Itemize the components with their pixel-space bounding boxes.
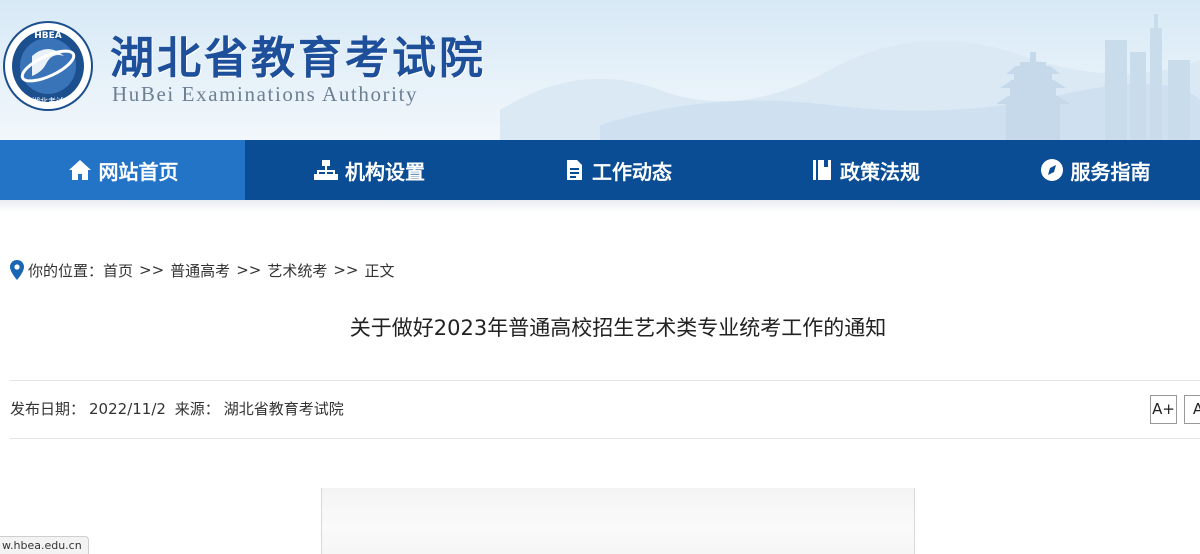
site-title: 湖北省教育考试院	[110, 33, 486, 84]
breadcrumb-separator: >>	[139, 261, 165, 279]
document-icon	[567, 160, 582, 180]
breadcrumb: 你的位置： 首页 >> 普通高考 >> 艺术统考 >> 正文	[10, 258, 395, 282]
nav-item-organization[interactable]: 机构设置	[245, 140, 493, 200]
nav-shadow	[0, 200, 1200, 212]
breadcrumb-prefix: 你的位置：	[28, 261, 104, 280]
hbea-logo: HBEA 湖北考试	[3, 21, 93, 111]
location-pin-icon	[10, 260, 24, 280]
sitemap-icon	[314, 160, 338, 180]
date-label: 发布日期：	[10, 400, 86, 418]
font-increase-button[interactable]: A+	[1150, 395, 1177, 424]
nav-label: 网站首页	[98, 159, 179, 184]
site-banner: HBEA 湖北考试 湖北省教育考试院 HuBei Examinations Au…	[0, 0, 1200, 140]
site-subtitle: HuBei Examinations Authority	[112, 82, 419, 106]
main-nav: 网站首页 机构设置 工作动态 政策法规 服务指南	[0, 140, 1200, 200]
book-icon	[813, 160, 831, 180]
font-decrease-button[interactable]: A	[1184, 395, 1200, 424]
nav-label: 工作动态	[592, 159, 672, 184]
nav-label: 机构设置	[345, 159, 425, 184]
document-scan-image	[321, 488, 915, 554]
breadcrumb-home[interactable]: 首页	[103, 260, 133, 281]
breadcrumb-separator: >>	[236, 261, 262, 279]
breadcrumb-separator: >>	[333, 261, 359, 279]
breadcrumb-art-exam[interactable]: 艺术统考	[267, 260, 327, 281]
breadcrumb-current: 正文	[364, 261, 395, 280]
article-source: 湖北省教育考试院	[223, 400, 344, 418]
article-title: 关于做好2023年普通高校招生艺术类专业统考工作的通知	[349, 316, 887, 340]
logo-ring-text: 湖北考试	[32, 96, 64, 106]
source-label: 来源：	[174, 400, 220, 418]
publish-date: 2022/11/2	[89, 400, 166, 418]
divider	[10, 380, 1200, 381]
logo-text: HBEA	[34, 31, 62, 41]
nav-item-news[interactable]: 工作动态	[493, 140, 741, 200]
nav-label: 政策法规	[840, 159, 920, 184]
nav-label: 服务指南	[1070, 159, 1151, 184]
home-icon	[68, 160, 91, 180]
city-skyline-illustration	[500, 14, 1200, 140]
divider	[10, 438, 1200, 439]
article-meta: 发布日期： 2022/11/2 来源： 湖北省教育考试院	[10, 398, 344, 419]
nav-item-home[interactable]: 网站首页	[0, 140, 245, 200]
nav-item-policy[interactable]: 政策法规	[741, 140, 989, 200]
compass-icon	[1040, 159, 1063, 181]
status-bar-url: w.hbea.edu.cn	[0, 536, 89, 554]
nav-item-service-guide[interactable]: 服务指南	[989, 140, 1200, 200]
breadcrumb-gaokao[interactable]: 普通高考	[170, 260, 230, 281]
